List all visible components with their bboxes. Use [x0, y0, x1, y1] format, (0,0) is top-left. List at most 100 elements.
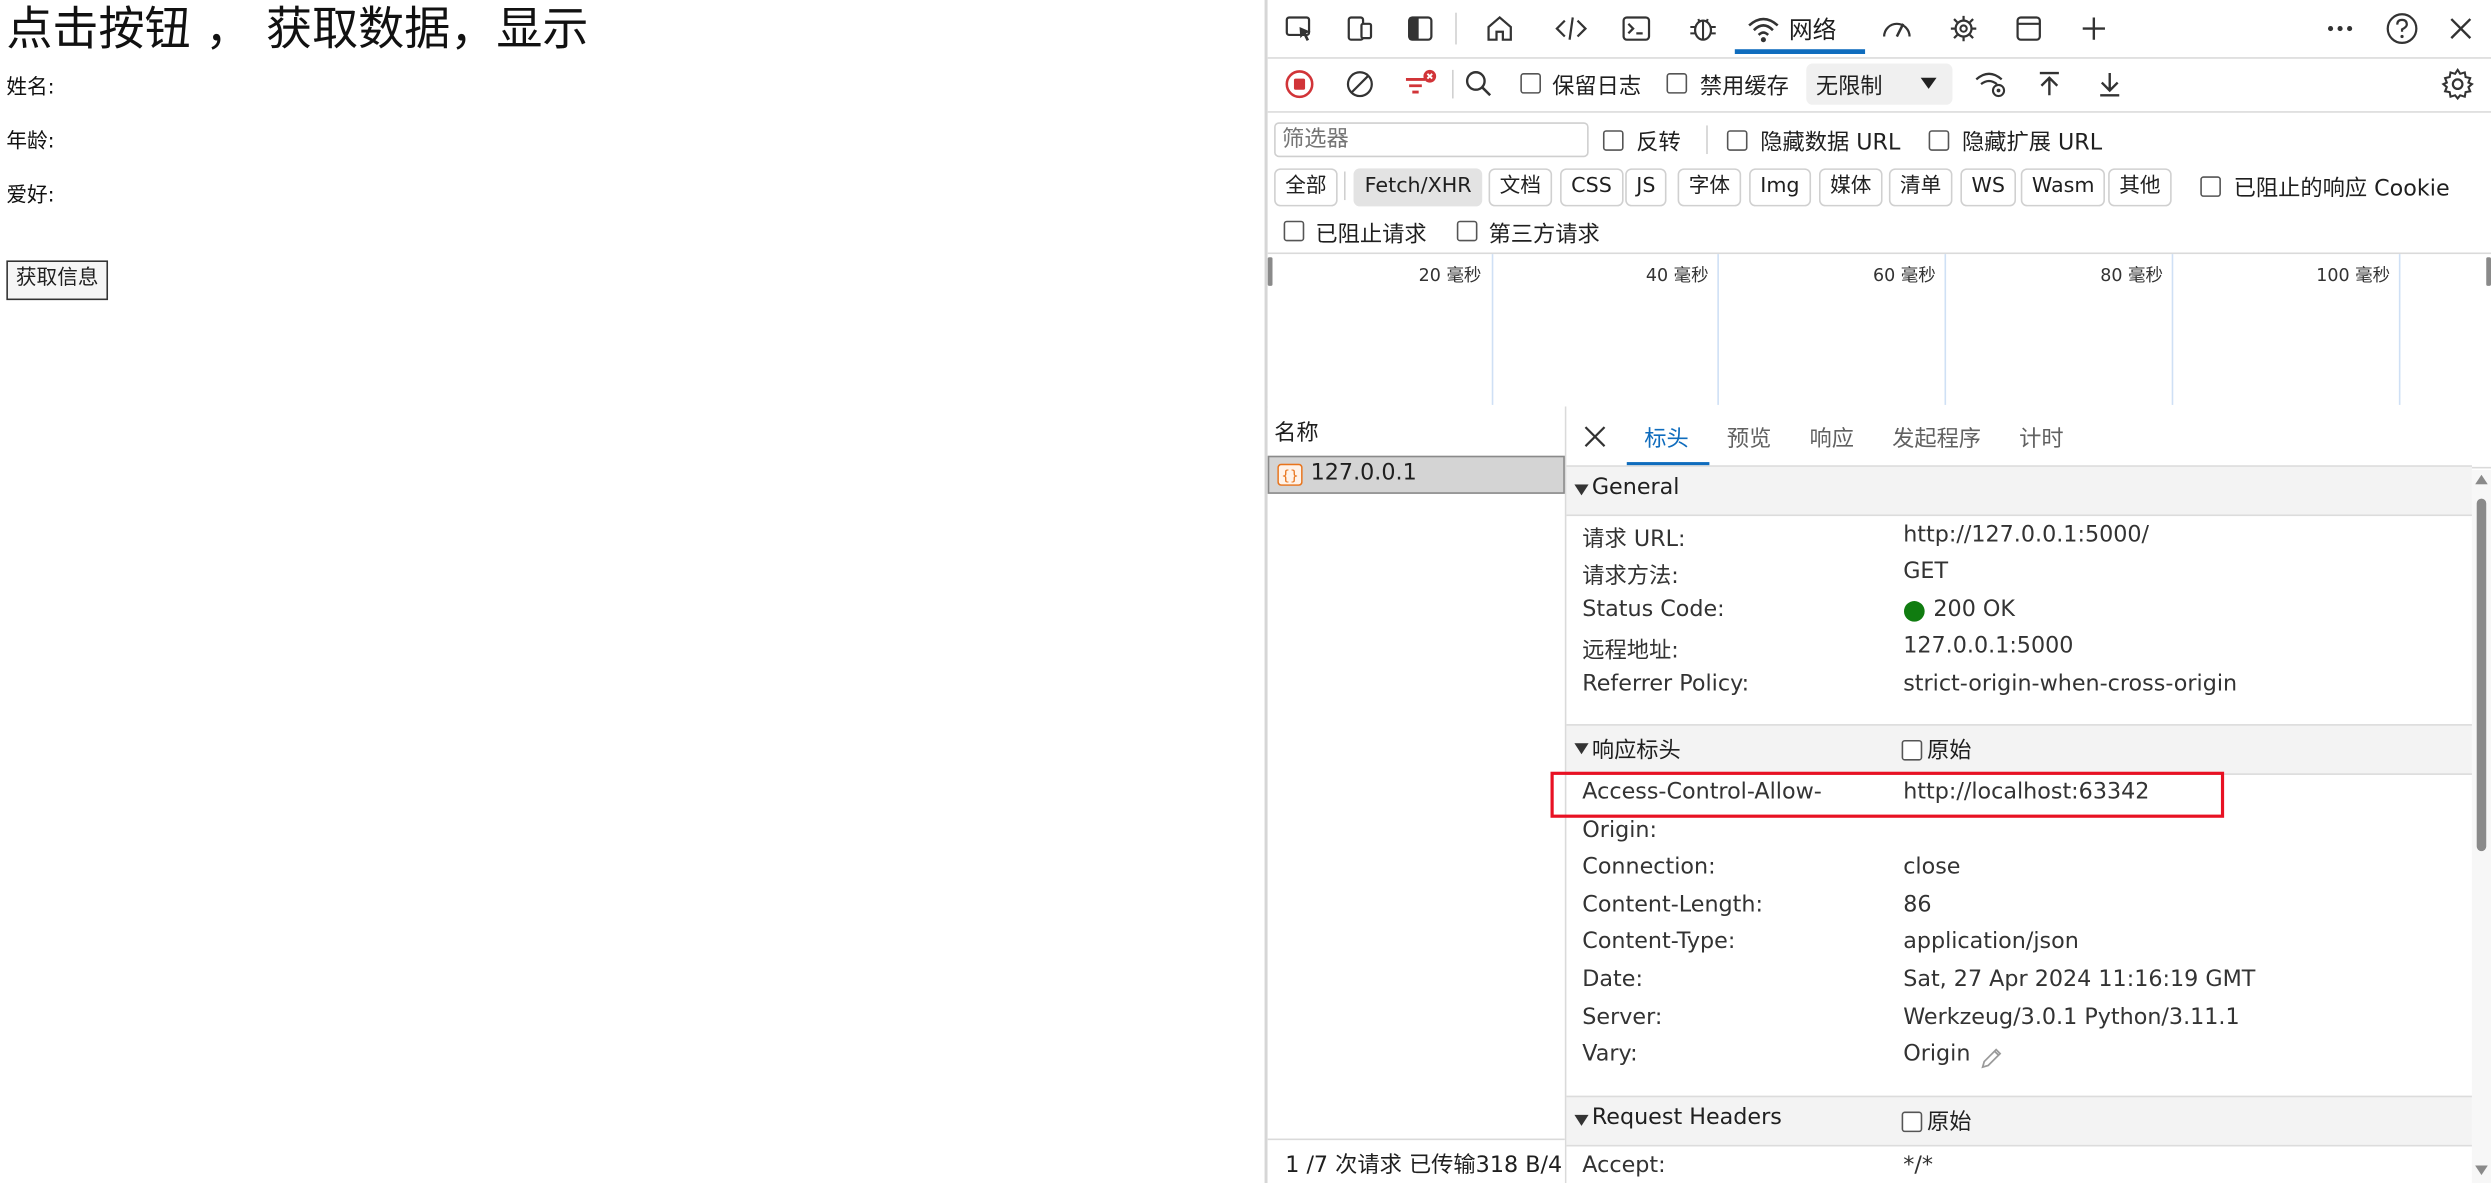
get-info-button[interactable]: 获取信息	[6, 260, 109, 301]
record-stop-icon[interactable]	[1280, 65, 1318, 103]
device-toolbar-icon[interactable]	[1341, 10, 1379, 48]
close-devtools-icon[interactable]	[2442, 10, 2480, 48]
edit-pencil-icon[interactable]	[1978, 1045, 2003, 1070]
search-icon[interactable]	[1460, 65, 1498, 103]
application-window-icon[interactable]	[2010, 10, 2048, 48]
tab-headers[interactable]: 标头	[1644, 422, 1688, 454]
response-raw-checkbox[interactable]	[1901, 739, 1923, 761]
network-conditions-icon[interactable]	[1972, 65, 2010, 103]
status-bar: 1 /7 次请求 已传输318 B/4	[1267, 1138, 1565, 1183]
help-icon[interactable]	[2383, 10, 2421, 48]
import-upload-icon[interactable]	[2030, 65, 2068, 103]
hide-extension-urls-checkbox[interactable]	[1928, 130, 1950, 151]
header-key: Content-Type:	[1582, 928, 1736, 955]
third-party-label: 第三方请求	[1488, 222, 1600, 248]
timeline-right-handle[interactable]	[2486, 257, 2491, 286]
request-headers-title: Request Headers	[1591, 1105, 1782, 1131]
header-value: 86	[1903, 892, 1932, 918]
more-options-icon[interactable]	[2321, 10, 2359, 48]
type-chip-media[interactable]: 媒体	[1819, 168, 1883, 207]
sources-bug-icon[interactable]	[1684, 10, 1722, 48]
request-url-value: http://127.0.0.1:5000/	[1903, 522, 2150, 548]
type-chip-manifest[interactable]: 清单	[1888, 168, 1953, 207]
clear-icon[interactable]	[1341, 65, 1379, 103]
type-chip-doc[interactable]: 文档	[1488, 168, 1553, 207]
name-column-header[interactable]: 名称	[1274, 416, 1318, 448]
more-tools-plus-icon[interactable]	[2075, 10, 2113, 48]
scroll-down-icon[interactable]	[2475, 1164, 2488, 1177]
welcome-home-icon[interactable]	[1481, 10, 1519, 48]
memory-gear-icon[interactable]	[1945, 10, 1983, 48]
filter-input[interactable]	[1274, 122, 1589, 158]
invert-checkbox[interactable]	[1602, 130, 1624, 151]
hide-extension-urls-label: 隐藏扩展 URL	[1961, 130, 2103, 156]
name-label: 姓名:	[6, 76, 55, 101]
general-key: Status Code:	[1582, 597, 1725, 623]
blocked-cookies-checkbox[interactable]	[2200, 176, 2221, 197]
console-icon[interactable]	[1617, 10, 1655, 48]
caret-down-icon	[1918, 73, 1940, 95]
tab-response[interactable]: 响应	[1809, 422, 1853, 454]
general-title: General	[1591, 474, 1680, 501]
scroll-up-icon[interactable]	[2475, 473, 2488, 486]
disable-cache-label: 禁用缓存	[1699, 74, 1789, 101]
triangle-down-icon	[1573, 742, 1589, 758]
elements-code-icon[interactable]	[1552, 10, 1590, 48]
request-raw-label: 原始	[1927, 1109, 1972, 1136]
triangle-down-icon	[1573, 1113, 1589, 1129]
timeline-tick-60: 60 毫秒	[1873, 265, 1936, 286]
status-green-dot-icon	[1903, 600, 1925, 622]
blocked-requests-label: 已阻止请求	[1315, 222, 1427, 248]
header-key: Server:	[1582, 1005, 1663, 1031]
disable-cache-checkbox[interactable]	[1666, 73, 1688, 94]
timeline-tick-80: 80 毫秒	[2100, 265, 2163, 286]
throttling-value: 无限制	[1815, 74, 1883, 101]
xhr-braces-icon: {}	[1277, 463, 1303, 486]
type-chip-all[interactable]: 全部	[1274, 168, 1338, 207]
devtools-top-bar: 网络	[1267, 0, 2491, 58]
network-settings-gear-icon[interactable]	[2439, 65, 2477, 103]
general-key: 请求 URL:	[1582, 527, 1686, 553]
third-party-checkbox[interactable]	[1456, 220, 1478, 242]
request-header-key: Accept:	[1582, 1152, 1666, 1179]
detail-scrollbar[interactable]	[2471, 470, 2491, 1183]
type-chip-css[interactable]: CSS	[1560, 168, 1623, 207]
tab-timing[interactable]: 计时	[2019, 422, 2063, 454]
type-chip-font[interactable]: 字体	[1677, 168, 1742, 207]
scrollbar-thumb[interactable]	[2476, 498, 2487, 852]
type-chip-js[interactable]: JS	[1625, 168, 1667, 207]
type-chip-fetch-xhr[interactable]: Fetch/XHR	[1353, 168, 1483, 207]
general-section-header[interactable]: General	[1566, 465, 2472, 517]
tab-preview[interactable]: 预览	[1727, 422, 1771, 454]
type-chip-other[interactable]: 其他	[2108, 168, 2172, 207]
request-row-selected[interactable]: {} 127.0.0.1	[1267, 455, 1565, 494]
highlight-box	[1550, 771, 2225, 818]
general-key: 远程地址:	[1582, 638, 1679, 664]
tab-network[interactable]: 网络	[1789, 13, 1837, 46]
close-detail-icon[interactable]	[1576, 418, 1614, 456]
svg-text:{}: {}	[1281, 468, 1298, 484]
throttling-select[interactable]: 无限制	[1806, 63, 1953, 105]
timeline-left-handle[interactable]	[1267, 257, 1273, 286]
inspect-element-icon[interactable]	[1280, 10, 1318, 48]
age-label: 年龄:	[6, 130, 55, 155]
status-code-value: 200 OK	[1933, 597, 2016, 623]
blocked-requests-checkbox[interactable]	[1283, 220, 1305, 242]
filter-icon[interactable]	[1401, 65, 1439, 103]
request-headers-section-header[interactable]: Request Headers 原始	[1566, 1095, 2472, 1147]
dock-side-icon[interactable]	[1401, 10, 1439, 48]
type-chip-ws[interactable]: WS	[1960, 168, 2017, 207]
type-chip-wasm[interactable]: Wasm	[2020, 168, 2106, 207]
type-chip-img[interactable]: Img	[1749, 168, 1811, 207]
tab-initiator[interactable]: 发起程序	[1892, 422, 1981, 454]
preserve-log-checkbox[interactable]	[1520, 73, 1541, 94]
hide-data-urls-checkbox[interactable]	[1726, 130, 1748, 151]
performance-icon[interactable]	[1878, 10, 1916, 48]
request-raw-checkbox[interactable]	[1901, 1111, 1923, 1133]
header-key: Content-Length:	[1582, 892, 1764, 918]
page-title: 点击按钮 ， 获取数据，显示	[6, 1, 589, 56]
response-headers-section-header[interactable]: 响应标头 原始	[1566, 724, 2472, 775]
network-wifi-icon[interactable]	[1744, 10, 1782, 48]
export-download-icon[interactable]	[2091, 65, 2129, 103]
hide-data-urls-label: 隐藏数据 URL	[1760, 130, 1901, 156]
